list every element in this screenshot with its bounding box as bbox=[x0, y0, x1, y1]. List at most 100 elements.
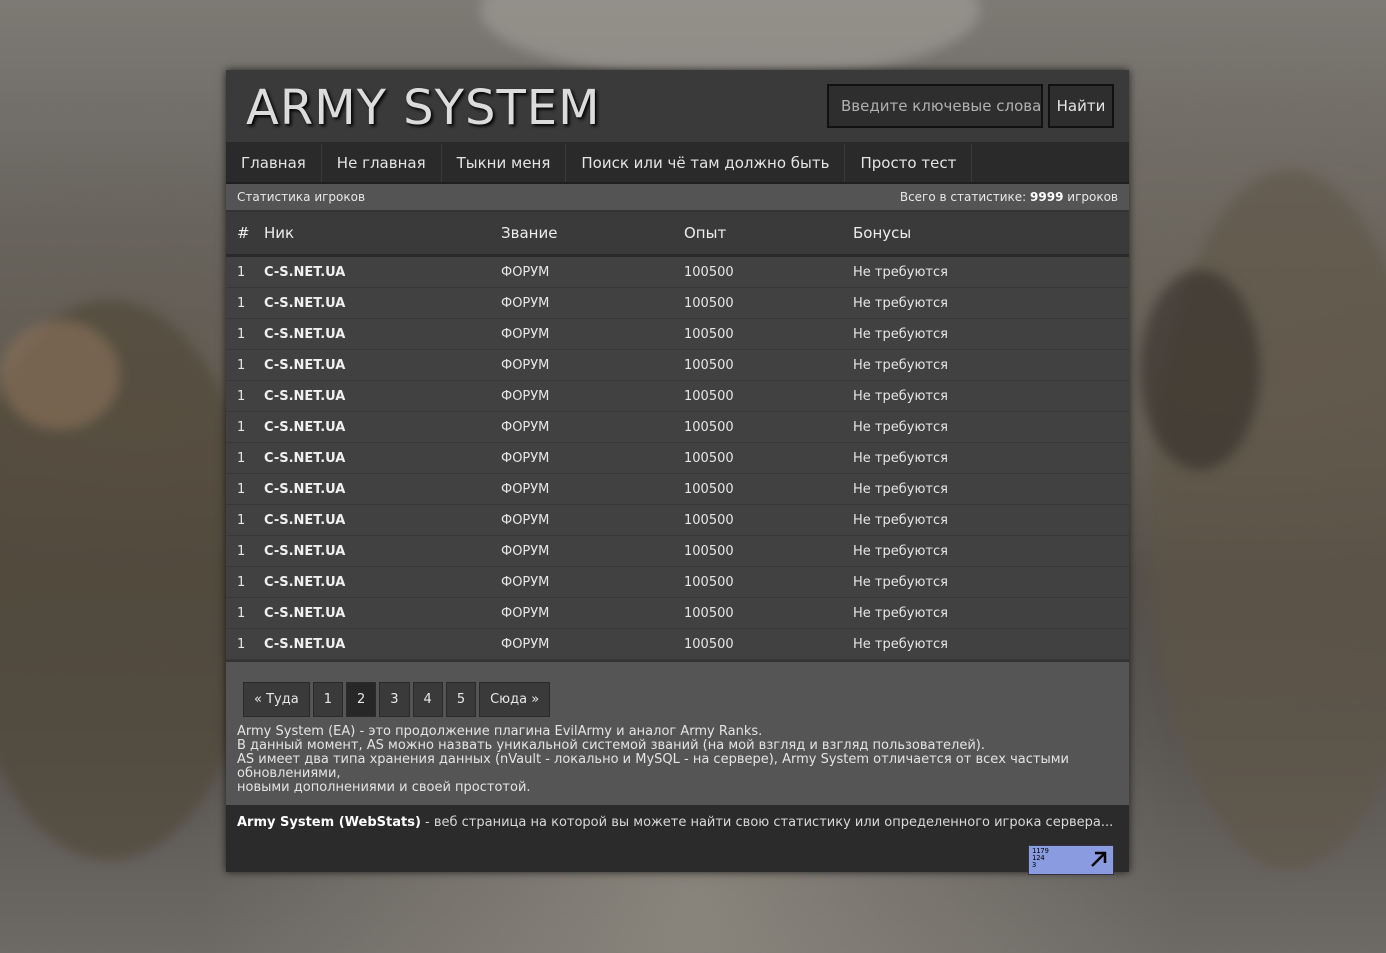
row-nick[interactable]: C-S.NET.UA bbox=[264, 327, 501, 342]
page-button-1[interactable]: 1 bbox=[312, 682, 343, 717]
row-exp: 100500 bbox=[684, 295, 734, 311]
row-exp: 100500 bbox=[684, 419, 734, 435]
background-decoration bbox=[0, 320, 120, 430]
header-exp: Опыт bbox=[684, 224, 727, 242]
row-nick[interactable]: C-S.NET.UA bbox=[264, 389, 501, 404]
table-row: 1 C-S.NET.UA ФОРУМ 100500 Не требуются bbox=[226, 412, 1129, 443]
row-bonus: Не требуются bbox=[853, 419, 948, 435]
row-num: 1 bbox=[237, 419, 246, 435]
description: Army System (EA) - это продолжение плаги… bbox=[237, 725, 1118, 795]
row-bonus: Не требуются bbox=[853, 388, 948, 404]
row-nick[interactable]: C-S.NET.UA bbox=[264, 358, 501, 373]
page-button-4[interactable]: 4 bbox=[412, 682, 443, 717]
row-exp: 100500 bbox=[684, 512, 734, 528]
stats-total: Всего в статистике: 9999 игроков bbox=[900, 184, 1118, 210]
row-nick[interactable]: C-S.NET.UA bbox=[264, 575, 501, 590]
row-num: 1 bbox=[237, 481, 246, 497]
description-line: AS имеет два типа хранения данных (nVaul… bbox=[237, 752, 1069, 781]
stats-total-prefix: Всего в статистике: bbox=[899, 190, 1027, 204]
header-num: # bbox=[237, 224, 250, 242]
table-row: 1 C-S.NET.UA ФОРУМ 100500 Не требуются bbox=[226, 629, 1129, 660]
table-row: 1 C-S.NET.UA ФОРУМ 100500 Не требуются bbox=[226, 288, 1129, 319]
row-num: 1 bbox=[237, 543, 246, 559]
row-bonus: Не требуются bbox=[853, 326, 948, 342]
row-nick[interactable]: C-S.NET.UA bbox=[264, 606, 501, 621]
stats-total-suffix: игроков bbox=[1067, 190, 1118, 204]
site-logo[interactable]: ARMY SYSTEM bbox=[246, 80, 601, 136]
description-line: В данный момент, AS можно назвать уникал… bbox=[237, 738, 986, 753]
header-bonus: Бонусы bbox=[853, 224, 912, 242]
search-button[interactable]: Найти bbox=[1048, 84, 1114, 128]
row-num: 1 bbox=[237, 357, 246, 373]
row-rank: ФОРУМ bbox=[501, 512, 550, 528]
header-rank: Звание bbox=[501, 224, 558, 242]
row-exp: 100500 bbox=[684, 388, 734, 404]
row-rank: ФОРУМ bbox=[501, 357, 550, 373]
row-bonus: Не требуются bbox=[853, 605, 948, 621]
row-exp: 100500 bbox=[684, 481, 734, 497]
visit-counter[interactable]: 1179 124 3 bbox=[1028, 845, 1114, 875]
nav-item-test[interactable]: Просто тест bbox=[845, 144, 973, 182]
main-nav: Главная Не главная Тыкни меня Поиск или … bbox=[226, 144, 1129, 184]
pagination: « Туда 1 2 3 4 5 Сюда » bbox=[243, 682, 1118, 717]
page-prev-button[interactable]: « Туда bbox=[243, 682, 310, 717]
row-bonus: Не требуются bbox=[853, 481, 948, 497]
row-bonus: Не требуются bbox=[853, 543, 948, 559]
row-nick[interactable]: C-S.NET.UA bbox=[264, 265, 501, 280]
background-decoration bbox=[1140, 270, 1260, 470]
table-row: 1 C-S.NET.UA ФОРУМ 100500 Не требуются bbox=[226, 598, 1129, 629]
row-nick[interactable]: C-S.NET.UA bbox=[264, 420, 501, 435]
page-next-button[interactable]: Сюда » bbox=[479, 682, 551, 717]
row-exp: 100500 bbox=[684, 605, 734, 621]
nav-item-home[interactable]: Главная bbox=[226, 144, 322, 182]
background-decoration bbox=[480, 0, 980, 80]
table-row: 1 C-S.NET.UA ФОРУМ 100500 Не требуются bbox=[226, 319, 1129, 350]
row-nick[interactable]: C-S.NET.UA bbox=[264, 482, 501, 497]
row-nick[interactable]: C-S.NET.UA bbox=[264, 451, 501, 466]
nav-item-not-home[interactable]: Не главная bbox=[322, 144, 442, 182]
row-rank: ФОРУМ bbox=[501, 636, 550, 652]
row-rank: ФОРУМ bbox=[501, 481, 550, 497]
row-num: 1 bbox=[237, 574, 246, 590]
row-num: 1 bbox=[237, 605, 246, 621]
row-rank: ФОРУМ bbox=[501, 295, 550, 311]
row-rank: ФОРУМ bbox=[501, 450, 550, 466]
page-button-3[interactable]: 3 bbox=[379, 682, 410, 717]
row-rank: ФОРУМ bbox=[501, 543, 550, 559]
row-rank: ФОРУМ bbox=[501, 574, 550, 590]
row-bonus: Не требуются bbox=[853, 295, 948, 311]
row-num: 1 bbox=[237, 636, 246, 652]
row-bonus: Не требуются bbox=[853, 636, 948, 652]
page-button-2[interactable]: 2 bbox=[345, 682, 377, 717]
footer-text: - веб страница на которой вы можете найт… bbox=[425, 815, 1114, 830]
table-row: 1 C-S.NET.UA ФОРУМ 100500 Не требуются bbox=[226, 505, 1129, 536]
description-line: новыми дополнениями и своей простотой. bbox=[237, 780, 531, 795]
row-nick[interactable]: C-S.NET.UA bbox=[264, 544, 501, 559]
row-nick[interactable]: C-S.NET.UA bbox=[264, 296, 501, 311]
row-num: 1 bbox=[237, 512, 246, 528]
table-row: 1 C-S.NET.UA ФОРУМ 100500 Не требуются bbox=[226, 381, 1129, 412]
footer-title: Army System (WebStats) bbox=[237, 815, 421, 830]
row-exp: 100500 bbox=[684, 543, 734, 559]
table-row: 1 C-S.NET.UA ФОРУМ 100500 Не требуются bbox=[226, 536, 1129, 567]
arrow-up-right-icon bbox=[1091, 851, 1107, 867]
row-rank: ФОРУМ bbox=[501, 388, 550, 404]
row-rank: ФОРУМ bbox=[501, 419, 550, 435]
row-exp: 100500 bbox=[684, 357, 734, 373]
nav-item-click-me[interactable]: Тыкни меня bbox=[442, 144, 567, 182]
nav-item-search[interactable]: Поиск или чё там должно быть bbox=[566, 144, 846, 182]
table-row: 1 C-S.NET.UA ФОРУМ 100500 Не требуются bbox=[226, 257, 1129, 288]
search-input[interactable] bbox=[827, 84, 1043, 128]
table-row: 1 C-S.NET.UA ФОРУМ 100500 Не требуются bbox=[226, 350, 1129, 381]
site-footer: Army System (WebStats) - веб страница на… bbox=[226, 805, 1129, 875]
row-nick[interactable]: C-S.NET.UA bbox=[264, 513, 501, 528]
row-bonus: Не требуются bbox=[853, 512, 948, 528]
stats-total-count: 9999 bbox=[1030, 190, 1064, 204]
row-nick[interactable]: C-S.NET.UA bbox=[264, 637, 501, 652]
row-exp: 100500 bbox=[684, 264, 734, 280]
stats-title: Статистика игроков bbox=[237, 190, 366, 204]
row-exp: 100500 bbox=[684, 574, 734, 590]
row-num: 1 bbox=[237, 450, 246, 466]
table-row: 1 C-S.NET.UA ФОРУМ 100500 Не требуются bbox=[226, 567, 1129, 598]
page-button-5[interactable]: 5 bbox=[445, 682, 477, 717]
